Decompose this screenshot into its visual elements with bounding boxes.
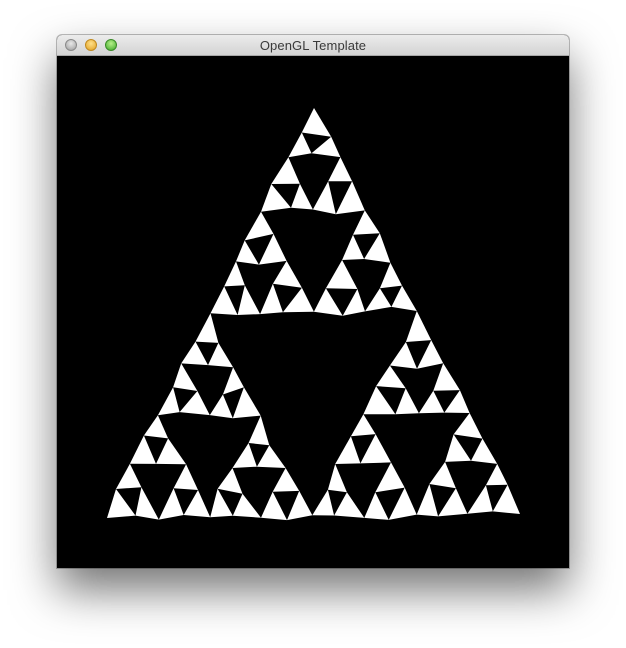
fractal-triangle-47: [256, 445, 286, 468]
fractal-triangle-79: [467, 485, 493, 514]
fractal-triangle-46: [232, 443, 257, 468]
fractal-triangle-33: [222, 367, 244, 395]
fractal-triangle-20: [364, 233, 391, 263]
fractal-triangle-9: [244, 211, 274, 241]
fractal-triangle-24: [379, 262, 402, 289]
fractal-triangle-27: [195, 313, 219, 343]
fractal-triangle-68: [334, 492, 365, 518]
fractal-triangle-39: [116, 463, 142, 489]
fractal-triangle-77: [438, 488, 468, 517]
fractal-triangle-58: [363, 386, 396, 415]
fractal-triangle-22: [313, 288, 343, 316]
fractal-triangle-44: [183, 490, 211, 518]
fractal-triangle-56: [417, 340, 444, 369]
fractal-triangle-53: [287, 490, 313, 521]
fractal-triangle-11: [258, 233, 287, 265]
fractal-triangle-6: [328, 157, 353, 182]
fractal-triangle-10: [236, 240, 259, 265]
fractal-triangle-31: [157, 387, 180, 416]
fractal-triangle-61: [418, 390, 445, 414]
fractal-triangle-48: [217, 468, 243, 494]
fractal-triangle-49: [210, 488, 233, 518]
fractal-triangle-52: [261, 491, 287, 521]
fractal-triangle-16: [260, 283, 283, 315]
fractal-triangle-2: [311, 136, 341, 158]
fractal-triangle-26: [391, 285, 417, 311]
fractal-triangle-70: [364, 492, 389, 520]
fractal-triangle-75: [429, 461, 456, 489]
fractal-triangle-50: [232, 493, 261, 518]
fractal-triangle-5: [291, 183, 313, 210]
fractal-triangle-4: [261, 184, 291, 212]
fractal-triangle-73: [445, 434, 471, 462]
fractal-triangle-71: [388, 487, 417, 520]
fractal-triangle-3: [271, 157, 300, 184]
fractal-triangle-57: [376, 365, 406, 389]
fractal-triangle-1: [288, 132, 312, 158]
fractal-triangle-63: [350, 414, 376, 437]
fractal-triangle-76: [416, 484, 439, 517]
fractal-triangle-64: [335, 436, 361, 464]
fractal-triangle-15: [272, 260, 302, 288]
fractal-triangle-25: [365, 288, 392, 312]
app-window: OpenGL Template: [57, 35, 569, 568]
fractal-triangle-19: [342, 234, 365, 260]
fractal-triangle-69: [375, 462, 405, 493]
fractal-triangle-29: [208, 342, 234, 368]
fractal-triangle-18: [353, 210, 380, 235]
fractal-triangle-36: [143, 415, 169, 439]
title-bar[interactable]: OpenGL Template: [57, 35, 569, 56]
fractal-triangle-66: [327, 464, 347, 493]
window-title: OpenGL Template: [259, 38, 367, 53]
fractal-triangle-80: [492, 484, 520, 514]
fractal-triangle-59: [395, 388, 419, 415]
fractal-triangle-13: [210, 286, 238, 315]
fractal-triangle-14: [237, 285, 261, 315]
fractal-triangle-67: [312, 489, 335, 516]
fractal-triangle-0: [301, 108, 332, 137]
fractal-triangle-35: [232, 387, 261, 419]
fractal-triangle-17: [282, 287, 314, 313]
fractal-triangle-55: [389, 342, 417, 369]
fractal-triangle-41: [135, 487, 159, 520]
fractal-triangle-7: [312, 181, 336, 215]
fractal-triangle-23: [342, 289, 365, 316]
fractal-triangle-38: [156, 438, 187, 465]
fractal-triangle-72: [453, 413, 483, 439]
fractal-triangle-34: [209, 394, 233, 419]
fractal-triangle-60: [433, 363, 460, 391]
fractal-triangle-30: [173, 363, 198, 391]
fractal-triangle-45: [248, 415, 270, 446]
sierpinski-render: [57, 56, 569, 568]
fractal-triangle-21: [325, 260, 358, 289]
fractal-triangle-65: [360, 434, 391, 464]
fractal-triangle-78: [485, 463, 508, 486]
fractal-triangle-43: [158, 488, 184, 520]
fractal-triangle-8: [335, 181, 365, 215]
fractal-triangle-62: [444, 390, 470, 413]
fractal-triangle-32: [179, 391, 210, 416]
fractal-triangle-28: [181, 341, 208, 366]
fractal-triangle-51: [272, 468, 300, 492]
fractal-triangle-40: [107, 489, 136, 518]
fractal-triangle-74: [471, 438, 498, 464]
opengl-canvas[interactable]: [57, 56, 569, 568]
fractal-triangle-37: [129, 435, 156, 464]
fractal-triangle-12: [224, 261, 245, 287]
fractal-triangle-54: [405, 311, 432, 342]
fractal-triangle-42: [173, 464, 198, 490]
